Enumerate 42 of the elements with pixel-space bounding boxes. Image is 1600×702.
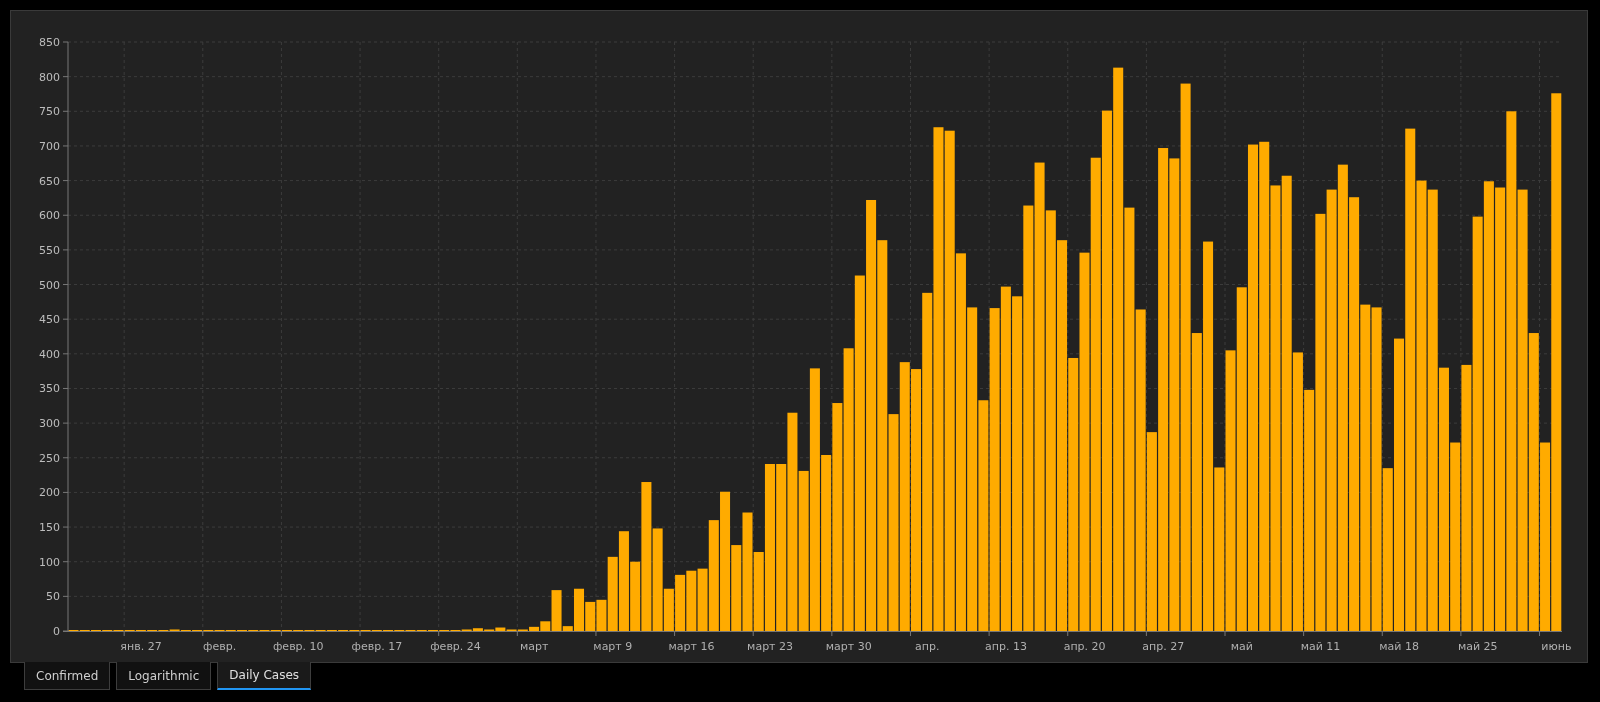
x-tick-label: март 30 [825, 640, 872, 653]
tab[interactable]: Confirmed [24, 662, 111, 690]
y-tick-label: 150 [39, 521, 60, 535]
x-tick-label: апр. 13 [985, 640, 1027, 653]
y-tick-label: 350 [39, 382, 60, 396]
x-tick-label: март 16 [668, 640, 715, 653]
y-tick-label: 700 [39, 139, 60, 153]
x-tick-label: янв. 27 [120, 640, 162, 653]
x-tick-label: март 9 [593, 640, 633, 653]
bar [686, 570, 697, 631]
y-tick-label: 600 [39, 209, 60, 223]
x-tick-label: март [519, 640, 549, 653]
x-tick-label: апр. 27 [1142, 640, 1185, 653]
y-tick-label: 500 [39, 278, 60, 292]
y-tick-label: 400 [39, 347, 60, 361]
x-tick-label: март 23 [747, 640, 794, 653]
y-tick-label: 250 [39, 451, 60, 465]
tab[interactable]: Daily Cases [217, 662, 312, 690]
y-tick-label: 650 [39, 174, 60, 188]
y-tick-label: 850 [39, 36, 60, 49]
x-tick-label: май 11 [1300, 640, 1341, 653]
tab[interactable]: Logarithmic [116, 662, 212, 690]
y-tick-label: 200 [39, 486, 60, 500]
y-tick-label: 800 [39, 70, 60, 84]
x-tick-label: май [1230, 640, 1253, 653]
x-tick-label: февр. [203, 640, 237, 653]
x-tick-label: февр. 10 [272, 640, 324, 653]
y-tick-label: 0 [53, 625, 60, 638]
y-tick-label: 300 [39, 417, 60, 431]
x-tick-label: апр. [915, 640, 940, 653]
bar [675, 574, 686, 631]
y-tick-label: 100 [39, 555, 60, 569]
x-tick-label: июнь [1541, 640, 1572, 653]
x-tick-label: май 25 [1457, 640, 1498, 653]
y-tick-label: 50 [46, 590, 60, 604]
x-tick-label: май 18 [1379, 640, 1419, 653]
y-tick-label: 750 [39, 105, 60, 119]
x-tick-label: февр. 24 [430, 640, 481, 653]
y-tick-label: 550 [39, 243, 60, 257]
x-tick-label: февр. 17 [351, 640, 403, 653]
x-tick-label: апр. 20 [1063, 640, 1106, 653]
y-tick-label: 450 [39, 313, 60, 327]
